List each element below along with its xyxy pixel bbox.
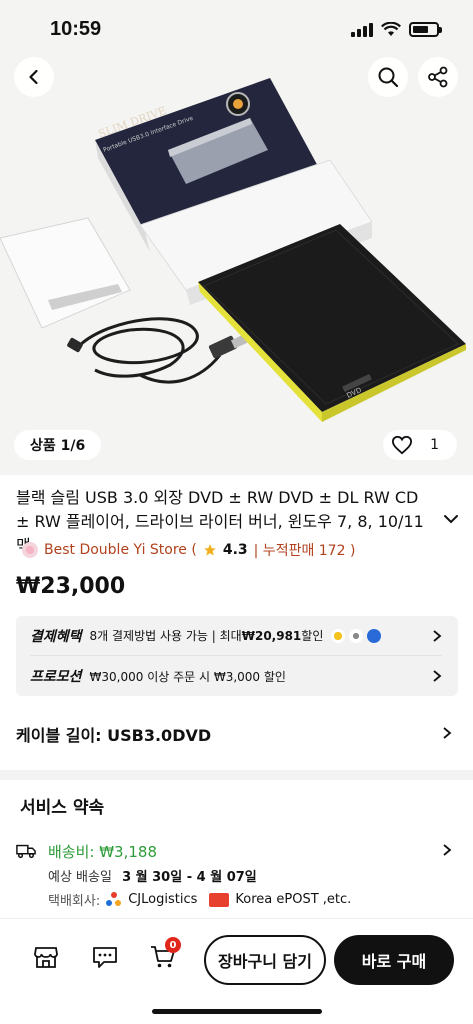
payment-logo-icon — [367, 628, 382, 643]
store-logo-icon — [22, 542, 38, 558]
back-button[interactable] — [14, 57, 54, 97]
promotion-row[interactable]: 프로모션 ₩30,000 이상 주문 시 ₩3,000 할인 — [30, 656, 442, 696]
expected-delivery-label: 예상 배송일 — [48, 870, 112, 885]
chevron-right-icon — [433, 670, 442, 682]
heart-icon — [391, 435, 413, 455]
payment-logo-icon — [349, 628, 364, 643]
add-to-cart-button[interactable]: 장바구니 담기 — [204, 935, 326, 985]
chevron-right-icon[interactable] — [442, 726, 452, 740]
chevron-right-icon — [433, 630, 442, 642]
truck-icon — [16, 844, 36, 859]
like-count: 1 — [430, 437, 439, 453]
search-icon — [378, 67, 399, 88]
status-bar: 10:59 — [0, 0, 473, 58]
status-icons — [351, 22, 442, 37]
carrier-2: Korea ePOST ,etc. — [235, 892, 352, 907]
benefits-box: 결제혜택 8개 결제방법 사용 가능 | 최대 ₩20,981 할인 프로모션 … — [16, 616, 458, 696]
wifi-icon — [381, 22, 401, 36]
like-button[interactable]: 1 — [383, 430, 457, 460]
carrier-label: 택배회사: — [48, 894, 101, 909]
sales-count: | 누적판매 172 ) — [253, 543, 356, 559]
section-divider — [0, 770, 473, 780]
chevron-right-icon[interactable] — [442, 843, 452, 857]
share-button[interactable] — [418, 57, 458, 97]
expected-delivery: 예상 배송일 3 월 30일 - 4 월 07일 — [48, 866, 257, 885]
search-button[interactable] — [368, 57, 408, 97]
status-time: 10:59 — [50, 18, 102, 40]
store-icon[interactable] — [33, 945, 59, 969]
cj-logistics-logo-icon — [106, 891, 122, 908]
share-icon — [428, 66, 448, 88]
carrier-1: CJLogistics — [128, 892, 198, 907]
payment-method-icons — [331, 628, 382, 643]
back-icon — [29, 69, 38, 85]
payment-benefit-label: 결제혜택 — [30, 628, 82, 645]
store-rating: 4.3 — [222, 542, 248, 558]
image-pager: 상품 1/6 — [14, 430, 102, 460]
signal-icon — [351, 22, 373, 37]
option-selector[interactable]: 케이블 길이: USB3.0DVD — [16, 722, 211, 746]
cart-count-badge: 0 — [165, 937, 181, 953]
star-icon — [203, 544, 216, 556]
payment-benefit-amount: ₩20,981 — [241, 628, 302, 643]
payment-benefit-row[interactable]: 결제혜택 8개 결제방법 사용 가능 | 최대 ₩20,981 할인 — [30, 616, 442, 656]
product-price: ₩23,000 — [16, 574, 126, 599]
chevron-down-icon[interactable] — [442, 512, 460, 526]
korea-post-logo-icon — [209, 892, 230, 907]
battery-icon — [409, 22, 442, 37]
chat-icon[interactable] — [92, 945, 118, 969]
payment-benefit-suffix: 할인 — [301, 629, 324, 643]
expected-delivery-dates: 3 월 30일 - 4 월 07일 — [122, 870, 257, 885]
promotion-label: 프로모션 — [30, 669, 82, 685]
payment-logo-icon — [331, 628, 346, 643]
buy-now-button[interactable]: 바로 구매 — [334, 935, 454, 985]
product-page: SLIM DRIVE Portable USB3.0 Interface Dri… — [0, 0, 473, 1024]
shipping-fee[interactable]: 배송비: ₩3,188 — [48, 841, 157, 862]
payment-benefit-text: 8개 결제방법 사용 가능 | 최대 — [89, 629, 242, 643]
home-indicator — [152, 1009, 322, 1014]
bottom-action-bar: 0 장바구니 담기 바로 구매 — [0, 918, 473, 1024]
promotion-text: ₩30,000 이상 주문 시 ₩3,000 할인 — [89, 669, 286, 684]
store-info[interactable]: Best Double Yi Store ( 4.3 | 누적판매 172 ) — [22, 540, 355, 560]
store-name: Best Double Yi Store ( — [44, 542, 197, 558]
service-title: 서비스 약속 — [20, 798, 105, 818]
carriers-row: 택배회사: CJLogistics Korea ePOST ,etc. — [48, 890, 351, 909]
